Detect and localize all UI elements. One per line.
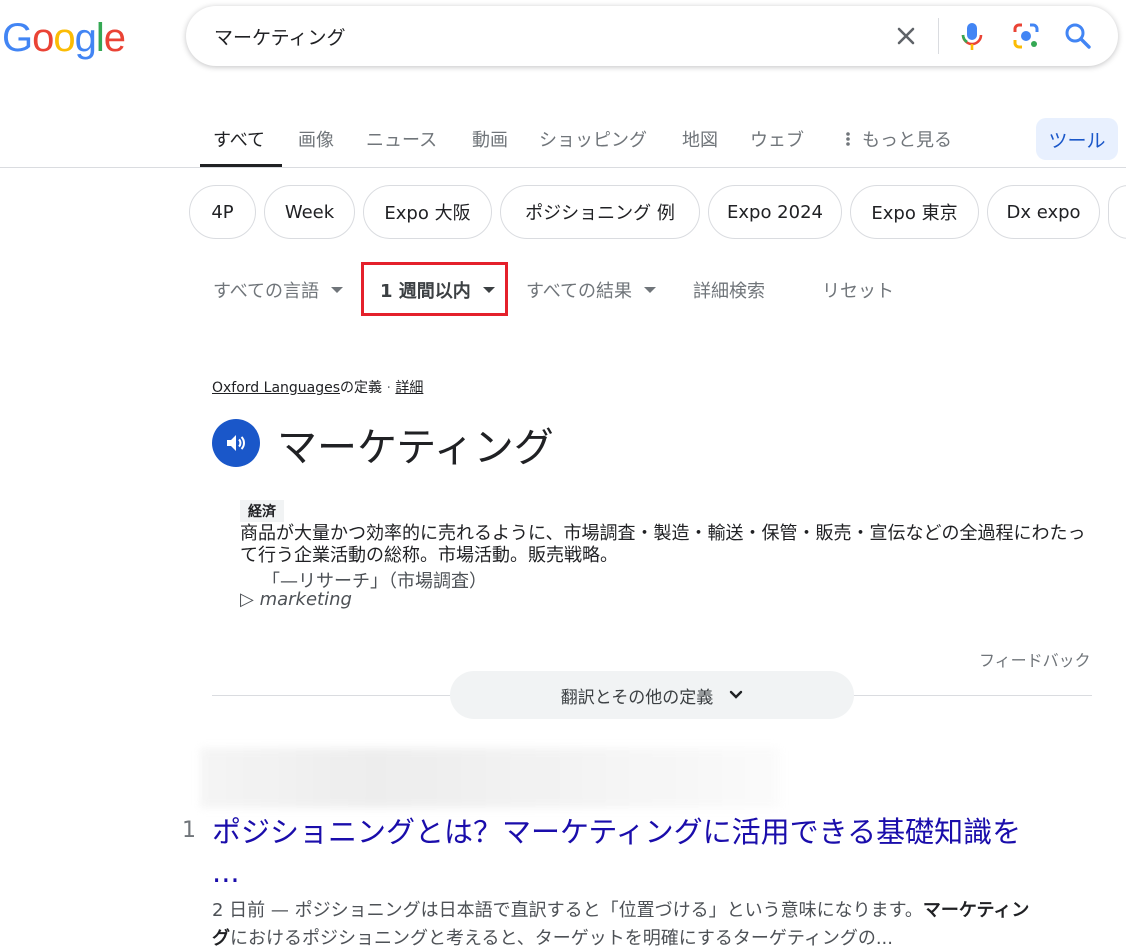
logo-letter: G xyxy=(2,16,33,60)
reset-link[interactable]: リセット xyxy=(822,277,894,303)
tools-button[interactable]: ツール xyxy=(1036,118,1118,160)
snippet-date: 2 日前 xyxy=(212,900,266,921)
logo-letter: o xyxy=(53,16,75,60)
logo-letter: o xyxy=(32,16,54,60)
suggestion-chip[interactable]: Dx expo xyxy=(987,185,1100,239)
dropdown-arrow-icon xyxy=(331,287,344,293)
source-suffix: の定義 xyxy=(340,380,383,396)
domain-label: 経済 xyxy=(240,500,284,522)
search-box[interactable]: マーケティング xyxy=(186,6,1118,66)
tab-videos[interactable]: 動画 xyxy=(472,126,508,152)
lens-icon[interactable] xyxy=(1010,20,1042,52)
suggestion-chip[interactable]: Expo 東京 xyxy=(850,185,979,239)
more-definitions-button[interactable]: 翻訳とその他の定義 xyxy=(450,671,854,719)
suggestion-chip[interactable]: Week xyxy=(264,185,355,239)
mic-icon[interactable] xyxy=(958,20,986,52)
result-title-link[interactable]: ポジショニングとは？マーケティングに活用できる基礎知識を ... xyxy=(212,812,1042,892)
suggestion-chip-overflow[interactable] xyxy=(1108,185,1126,239)
more-definitions-label: 翻訳とその他の定義 xyxy=(560,687,714,708)
feedback-link[interactable]: フィードバック xyxy=(979,647,1091,671)
source-link[interactable]: Oxford Languages xyxy=(212,380,340,396)
dictionary-headword: マーケティング xyxy=(277,425,554,471)
suggestion-chip[interactable]: Expo 2024 xyxy=(708,185,842,239)
highlight-annotation xyxy=(361,262,508,316)
close-icon[interactable] xyxy=(890,20,922,52)
tab-news[interactable]: ニュース xyxy=(366,126,437,152)
search-icon[interactable] xyxy=(1062,20,1094,52)
tab-images[interactable]: 画像 xyxy=(298,126,334,152)
tab-maps[interactable]: 地図 xyxy=(682,126,718,152)
tab-shopping[interactable]: ショッピング xyxy=(539,126,647,152)
snippet-dash: — xyxy=(265,900,295,921)
results-filter[interactable]: すべての結果 xyxy=(526,277,657,303)
google-logo[interactable]: Google xyxy=(2,16,126,60)
source-separator: · xyxy=(386,380,391,396)
search-input[interactable]: マーケティング xyxy=(214,23,345,50)
tab-all[interactable]: すべて xyxy=(213,126,265,152)
speaker-icon[interactable] xyxy=(212,419,260,467)
suggestion-chip[interactable]: ポジショニング 例 xyxy=(500,185,700,239)
details-link[interactable]: 詳細 xyxy=(395,380,423,396)
play-triangle-icon: ▷ xyxy=(240,589,254,610)
tab-web[interactable]: ウェブ xyxy=(750,126,804,152)
more-vert-icon xyxy=(846,131,850,152)
advanced-search-link[interactable]: 詳細検索 xyxy=(693,277,765,303)
chevron-down-icon xyxy=(729,685,743,705)
tabs-divider xyxy=(0,167,1126,168)
result-rank: 1 xyxy=(182,818,196,843)
language-filter[interactable]: すべての言語 xyxy=(213,277,344,303)
definition-text: 商品が大量かつ効率的に売れるように、市場調査・製造・輸送・保管・販売・宣伝などの… xyxy=(240,523,1086,566)
logo-letter: g xyxy=(74,16,97,60)
suggestion-chip[interactable]: 4P xyxy=(189,185,256,239)
suggestion-chip[interactable]: Expo 大阪 xyxy=(363,185,492,239)
snippet-text-continued: におけるポジショニングと考えると、ターゲットを明確にするターゲティングの... xyxy=(230,928,894,949)
snippet-text: ポジショニングは日本語で直訳すると「位置づける」という意味になります。 xyxy=(294,900,923,921)
dictionary-source: Oxford Languagesの定義 · 詳細 xyxy=(212,377,423,397)
logo-letter: l xyxy=(95,16,105,60)
logo-letter: e xyxy=(103,16,126,60)
tab-more[interactable]: もっと見る xyxy=(846,126,952,152)
tab-more-label: もっと見る xyxy=(862,130,952,151)
result-snippet: 2 日前 — ポジショニングは日本語で直訳すると「位置づける」という意味になりま… xyxy=(212,897,1032,951)
language-filter-label: すべての言語 xyxy=(213,281,320,302)
translation-line: ▷ marketing xyxy=(240,589,352,610)
results-filter-label: すべての結果 xyxy=(526,281,633,302)
blurred-site-info xyxy=(200,748,780,808)
search-divider xyxy=(938,18,939,54)
dropdown-arrow-icon xyxy=(644,287,657,293)
translation-text: marketing xyxy=(259,589,352,610)
